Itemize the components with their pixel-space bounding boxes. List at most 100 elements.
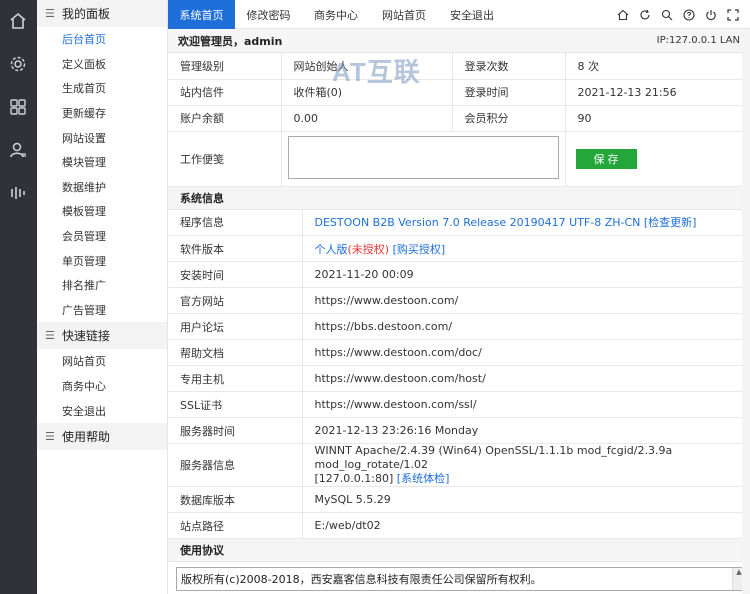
sidebar-group-title: 使用帮助 bbox=[62, 429, 111, 444]
cell-value: MySQL 5.5.29 bbox=[302, 486, 750, 513]
edition-link[interactable]: 个人版 bbox=[315, 243, 348, 256]
sidebar-item-site-settings[interactable]: 网站设置 bbox=[37, 125, 167, 150]
sidebar-item-business-center[interactable]: 商务中心 bbox=[37, 374, 167, 399]
cell-label: 安装时间 bbox=[168, 261, 303, 288]
cell-label: 程序信息 bbox=[168, 209, 303, 236]
fullscreen-icon[interactable] bbox=[726, 8, 740, 22]
buy-license-link[interactable]: [购买授权] bbox=[393, 243, 446, 256]
sidebar-item-logout[interactable]: 安全退出 bbox=[37, 398, 167, 423]
menu-icon: ☰ bbox=[45, 7, 55, 20]
forum-link[interactable]: https://bbs.destoon.com/ bbox=[302, 313, 750, 340]
system-info-table: 程序信息 DESTOON B2B Version 7.0 Release 2019… bbox=[168, 209, 750, 539]
cell-label: 登录时间 bbox=[452, 79, 566, 106]
section-title-system-info: 系统信息 bbox=[168, 186, 750, 210]
sidebar-item-member-management[interactable]: 会员管理 bbox=[37, 224, 167, 249]
cell-label: 工作便笺 bbox=[168, 131, 282, 187]
cell-label: SSL证书 bbox=[168, 391, 303, 418]
refresh-icon[interactable] bbox=[638, 8, 652, 22]
cell-label: 会员积分 bbox=[452, 105, 566, 132]
cell-label: 站内信件 bbox=[168, 79, 282, 106]
cell-label: 管理级别 bbox=[168, 53, 282, 80]
cell-value: 网站创始人 bbox=[281, 53, 453, 80]
ip-info: IP:127.0.0.1 LAN bbox=[656, 35, 740, 46]
user-icon[interactable] bbox=[7, 139, 29, 161]
cell-label: 服务器时间 bbox=[168, 417, 303, 444]
sidebar-item-template-management[interactable]: 模板管理 bbox=[37, 199, 167, 224]
server-address: [127.0.0.1:80] bbox=[314, 472, 394, 485]
inbox-link[interactable]: 收件箱(0) bbox=[281, 79, 453, 106]
cell-value: 2021-11-20 00:09 bbox=[302, 261, 750, 288]
docs-link[interactable]: https://www.destoon.com/doc/ bbox=[302, 339, 750, 366]
sidebar-group-help[interactable]: ☰ 使用帮助 bbox=[37, 422, 167, 450]
cell-label: 官方网站 bbox=[168, 287, 303, 314]
ssl-link[interactable]: https://www.destoon.com/ssl/ bbox=[302, 391, 750, 418]
sidebar-item-generate-home[interactable]: 生成首页 bbox=[37, 76, 167, 101]
save-button[interactable]: 保 存 bbox=[575, 148, 637, 169]
power-icon[interactable] bbox=[704, 8, 718, 22]
menu-icon: ☰ bbox=[45, 429, 55, 443]
host-link[interactable]: https://www.destoon.com/host/ bbox=[302, 365, 750, 392]
sidebar-item-single-page[interactable]: 单页管理 bbox=[37, 248, 167, 273]
page-scrollbar[interactable] bbox=[742, 29, 750, 594]
sidebar: ☰ 我的面板 后台首页 定义面板 生成首页 更新缓存 网站设置 模块管理 数据维… bbox=[37, 0, 168, 594]
sidebar-item-data-maintenance[interactable]: 数据维护 bbox=[37, 175, 167, 200]
sidebar-group-title: 快速链接 bbox=[62, 329, 111, 344]
sidebar-item-module-management[interactable]: 模块管理 bbox=[37, 150, 167, 175]
agreement-textbox[interactable]: 版权所有(c)2008-2018，西安嘉客信息科技有限责任公司保留所有权利。 ▲ bbox=[176, 567, 746, 591]
cell-label: 用户论坛 bbox=[168, 313, 303, 340]
menu-icon: ☰ bbox=[45, 329, 55, 343]
settings-icon[interactable] bbox=[7, 53, 29, 75]
top-tab-bar: 系统首页 修改密码 商务中心 网站首页 安全退出 bbox=[168, 0, 750, 29]
grid-icon[interactable] bbox=[7, 96, 29, 118]
cell-label: 帮助文档 bbox=[168, 339, 303, 366]
software-version: 个人版(未授权) [购买授权] bbox=[302, 235, 750, 262]
save-cell: 保 存 bbox=[565, 131, 750, 187]
cell-label: 登录次数 bbox=[452, 53, 566, 80]
server-info: WINNT Apache/2.4.39 (Win64) OpenSSL/1.1.… bbox=[302, 443, 750, 487]
icon-rail bbox=[0, 0, 37, 594]
sidebar-item-admin-home[interactable]: 后台首页 bbox=[37, 27, 167, 52]
cell-label: 数据库版本 bbox=[168, 486, 303, 513]
sidebar-item-define-panel[interactable]: 定义面板 bbox=[37, 52, 167, 77]
cell-value: 90 bbox=[565, 105, 750, 132]
memo-textarea[interactable] bbox=[287, 135, 559, 179]
agreement-text: 版权所有(c)2008-2018，西安嘉客信息科技有限责任公司保留所有权利。 bbox=[181, 573, 542, 586]
cell-value: 2021-12-13 23:26:16 Monday bbox=[302, 417, 750, 444]
welcome-header: 欢迎管理员，admin IP:127.0.0.1 LAN bbox=[168, 29, 750, 53]
sidebar-item-ads[interactable]: 广告管理 bbox=[37, 298, 167, 323]
cell-value: 0.00 bbox=[281, 105, 453, 132]
cell-label: 站点路径 bbox=[168, 512, 303, 539]
server-info-text: WINNT Apache/2.4.39 (Win64) OpenSSL/1.1.… bbox=[314, 444, 673, 471]
cell-label: 专用主机 bbox=[168, 365, 303, 392]
main-content: 欢迎管理员，admin IP:127.0.0.1 LAN 管理级别 网站创始人 … bbox=[168, 29, 750, 594]
sidebar-group-my-panel[interactable]: ☰ 我的面板 bbox=[37, 0, 167, 27]
cell-label: 软件版本 bbox=[168, 235, 303, 262]
cell-label: 账户余额 bbox=[168, 105, 282, 132]
license-status: (未授权) bbox=[347, 242, 390, 256]
official-site-link[interactable]: https://www.destoon.com/ bbox=[302, 287, 750, 314]
tab-business-center[interactable]: 商务中心 bbox=[302, 0, 370, 29]
home-icon[interactable] bbox=[7, 10, 29, 32]
sidebar-group-title: 我的面板 bbox=[62, 7, 111, 21]
account-table: 管理级别 网站创始人 登录次数 8 次 站内信件 收件箱(0) 登录时间 202… bbox=[168, 53, 750, 187]
sidebar-item-ranking[interactable]: 排名推广 bbox=[37, 273, 167, 298]
sidebar-item-update-cache[interactable]: 更新缓存 bbox=[37, 101, 167, 126]
cell-value: 8 次 bbox=[565, 53, 750, 80]
sidebar-item-website-home[interactable]: 网站首页 bbox=[37, 349, 167, 374]
tab-system-home[interactable]: 系统首页 bbox=[168, 0, 235, 29]
memo-cell bbox=[281, 131, 566, 187]
help-icon[interactable] bbox=[682, 8, 696, 22]
search-icon[interactable] bbox=[660, 8, 674, 22]
cell-value: E:/web/dt02 bbox=[302, 512, 750, 539]
home-icon[interactable] bbox=[616, 8, 630, 22]
cell-value: 2021-12-13 21:56 bbox=[565, 79, 750, 106]
chart-icon[interactable] bbox=[7, 182, 29, 204]
sidebar-group-quick-links[interactable]: ☰ 快速链接 bbox=[37, 322, 167, 350]
tab-website-home[interactable]: 网站首页 bbox=[370, 0, 438, 29]
program-info-link[interactable]: DESTOON B2B Version 7.0 Release 20190417… bbox=[302, 209, 750, 236]
section-title-agreement: 使用协议 bbox=[168, 539, 750, 562]
system-check-link[interactable]: [系统体检] bbox=[397, 472, 450, 485]
welcome-text: 欢迎管理员，admin bbox=[178, 34, 283, 48]
tab-change-password[interactable]: 修改密码 bbox=[235, 0, 302, 29]
tab-logout[interactable]: 安全退出 bbox=[438, 0, 506, 29]
